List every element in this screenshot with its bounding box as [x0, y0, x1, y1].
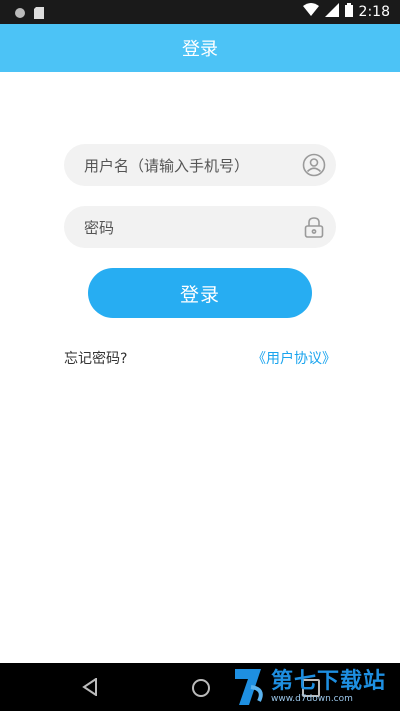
title-bar: 登录	[0, 24, 400, 72]
password-placeholder: 密码	[84, 218, 115, 237]
page-title: 登录	[182, 39, 218, 60]
watermark-url: www.d7down.com	[270, 693, 353, 704]
back-icon[interactable]	[82, 677, 98, 697]
login-button[interactable]: 登录	[88, 268, 312, 318]
login-button-label: 登录	[179, 283, 220, 306]
watermark-logo-icon	[231, 667, 267, 707]
user-agreement-link[interactable]: 《用户协议》	[252, 348, 336, 368]
user-icon	[302, 153, 326, 177]
notification-dot-icon	[14, 4, 26, 23]
wifi-icon	[302, 3, 319, 21]
status-time: 2:18	[358, 4, 390, 20]
signal-icon	[324, 3, 339, 21]
lock-icon	[302, 215, 326, 239]
watermark: 第七下载站 www.d7down.com	[231, 663, 386, 711]
status-bar: 2:18	[0, 0, 400, 24]
username-field[interactable]: 用户名（请输入手机号）	[64, 144, 336, 186]
username-placeholder: 用户名（请输入手机号）	[84, 156, 250, 175]
sd-card-icon	[34, 4, 44, 23]
battery-icon	[344, 3, 353, 21]
password-field[interactable]: 密码	[64, 206, 336, 248]
forgot-password-link[interactable]: 忘记密码?	[64, 348, 127, 368]
watermark-brand: 第七下载站	[270, 668, 386, 694]
home-icon[interactable]	[192, 679, 210, 697]
